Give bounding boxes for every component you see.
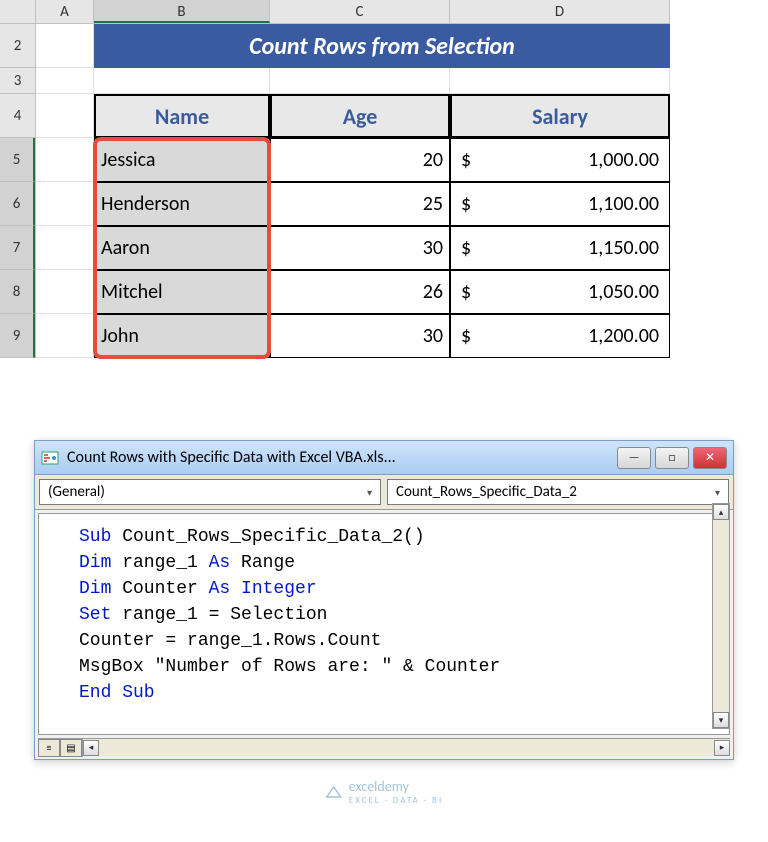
cell-age[interactable]: 20	[270, 138, 450, 182]
scroll-right-button[interactable]: ▸	[714, 740, 730, 756]
window-controls: — □ ✕	[617, 447, 727, 469]
header-age[interactable]: Age	[270, 94, 450, 138]
cell-b3[interactable]	[94, 68, 270, 94]
salary-value: 1,200.00	[588, 324, 663, 348]
header-name[interactable]: Name	[94, 94, 270, 138]
select-all-corner[interactable]	[0, 0, 36, 24]
salary-value: 1,000.00	[588, 148, 663, 172]
cell-salary[interactable]: $1,000.00	[450, 138, 670, 182]
cell-a8[interactable]	[36, 270, 94, 314]
currency-symbol: $	[457, 236, 471, 260]
code-line: Sub Count_Rows_Specific_Data_2()	[79, 524, 715, 550]
row-header-2[interactable]: 2	[0, 24, 35, 68]
exceldemy-logo-icon	[325, 783, 343, 801]
vbe-object-proc-bar: (General) ▾ Count_Rows_Specific_Data_2 ▾	[35, 475, 733, 510]
salary-value: 1,150.00	[588, 236, 663, 260]
cell-name[interactable]: Jessica	[94, 138, 270, 182]
cell-a2[interactable]	[36, 24, 94, 68]
scroll-left-button[interactable]: ◂	[83, 740, 99, 756]
cell-a3[interactable]	[36, 68, 94, 94]
column-headers: A B C D	[36, 0, 670, 24]
currency-symbol: $	[457, 148, 471, 172]
cell-name[interactable]: John	[94, 314, 270, 358]
cell-a4[interactable]	[36, 94, 94, 138]
cell-name[interactable]: Aaron	[94, 226, 270, 270]
watermark: exceldemy EXCEL · DATA · BI	[325, 778, 443, 806]
cell-age[interactable]: 25	[270, 182, 450, 226]
currency-symbol: $	[457, 324, 471, 348]
vertical-scrollbar[interactable]: ▴ ▾	[712, 503, 730, 729]
procedure-dropdown-value: Count_Rows_Specific_Data_2	[396, 483, 577, 501]
cell-age[interactable]: 30	[270, 226, 450, 270]
cell-salary[interactable]: $1,150.00	[450, 226, 670, 270]
salary-value: 1,050.00	[588, 280, 663, 304]
currency-symbol: $	[457, 280, 471, 304]
vbe-titlebar[interactable]: Count Rows with Specific Data with Excel…	[35, 441, 733, 475]
title-cell[interactable]: Count Rows from Selection	[94, 24, 670, 68]
cell-name[interactable]: Henderson	[94, 182, 270, 226]
cell-age[interactable]: 26	[270, 270, 450, 314]
scroll-down-button[interactable]: ▾	[713, 712, 729, 728]
cell-a5[interactable]	[36, 138, 94, 182]
procedure-view-button[interactable]: ≡	[38, 739, 60, 757]
code-line: Set range_1 = Selection	[79, 602, 715, 628]
chevron-down-icon: ▾	[367, 486, 372, 499]
sheet-body[interactable]: Count Rows from Selection Name Age Salar…	[36, 24, 670, 358]
watermark-tagline: EXCEL · DATA · BI	[349, 795, 443, 806]
cell-c3[interactable]	[270, 68, 450, 94]
code-pane[interactable]: Sub Count_Rows_Specific_Data_2() Dim ran…	[38, 513, 730, 735]
row-header-4[interactable]: 4	[0, 94, 35, 138]
vbe-window[interactable]: Count Rows with Specific Data with Excel…	[34, 440, 734, 760]
row-header-9[interactable]: 9	[0, 314, 35, 358]
cell-salary[interactable]: $1,200.00	[450, 314, 670, 358]
procedure-dropdown[interactable]: Count_Rows_Specific_Data_2 ▾	[387, 479, 729, 505]
col-header-a[interactable]: A	[36, 0, 94, 23]
code-line: MsgBox "Number of Rows are: " & Counter	[79, 654, 715, 680]
left-col: 2 3 4 5 6 7 8 9	[0, 0, 36, 358]
row-header-5[interactable]: 5	[0, 138, 35, 182]
close-button[interactable]: ✕	[693, 447, 727, 469]
row-headers: 2 3 4 5 6 7 8 9	[0, 24, 36, 358]
col-header-d[interactable]: D	[450, 0, 670, 23]
chevron-down-icon: ▾	[715, 486, 720, 499]
cell-name[interactable]: Mitchel	[94, 270, 270, 314]
spreadsheet: 2 3 4 5 6 7 8 9 A B C D Count Rows from …	[0, 0, 768, 358]
maximize-button[interactable]: □	[655, 447, 689, 469]
sheet-area: A B C D Count Rows from Selection Name A…	[36, 0, 670, 358]
row-header-3[interactable]: 3	[0, 68, 35, 94]
cell-salary[interactable]: $1,050.00	[450, 270, 670, 314]
cell-a9[interactable]	[36, 314, 94, 358]
col-header-c[interactable]: C	[270, 0, 450, 23]
full-module-view-button[interactable]: ▤	[60, 739, 82, 757]
object-dropdown[interactable]: (General) ▾	[39, 479, 381, 505]
row-header-7[interactable]: 7	[0, 226, 35, 270]
view-mode-buttons: ≡ ▤	[38, 739, 83, 757]
scroll-up-button[interactable]: ▴	[713, 504, 729, 520]
cell-a6[interactable]	[36, 182, 94, 226]
code-line: End Sub	[79, 680, 715, 706]
code-line: Dim Counter As Integer	[79, 576, 715, 602]
col-header-b[interactable]: B	[94, 0, 270, 23]
watermark-brand: exceldemy	[349, 778, 443, 795]
vba-module-icon	[41, 449, 59, 467]
object-dropdown-value: (General)	[48, 483, 105, 501]
cell-d3[interactable]	[450, 68, 670, 94]
code-line: Counter = range_1.Rows.Count	[79, 628, 715, 654]
cell-a7[interactable]	[36, 226, 94, 270]
minimize-button[interactable]: —	[617, 447, 651, 469]
cell-salary[interactable]: $1,100.00	[450, 182, 670, 226]
currency-symbol: $	[457, 192, 471, 216]
vbe-title-text: Count Rows with Specific Data with Excel…	[67, 448, 617, 467]
row-header-6[interactable]: 6	[0, 182, 35, 226]
cell-age[interactable]: 30	[270, 314, 450, 358]
row-header-8[interactable]: 8	[0, 270, 35, 314]
salary-value: 1,100.00	[588, 192, 663, 216]
code-line: Dim range_1 As Range	[79, 550, 715, 576]
bottom-bar: ≡ ▤ ◂ ▸	[38, 738, 730, 756]
header-salary[interactable]: Salary	[450, 94, 670, 138]
